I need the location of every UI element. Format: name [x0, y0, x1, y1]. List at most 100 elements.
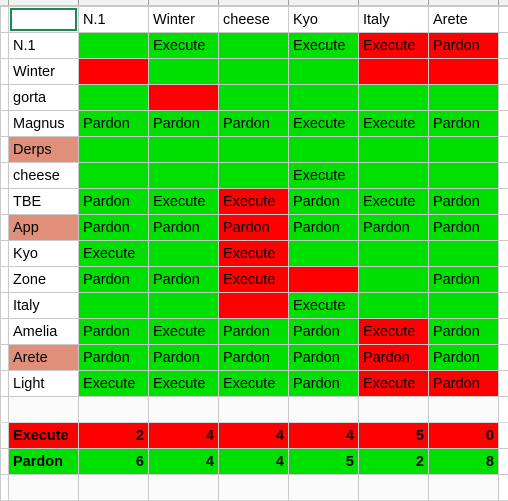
row-label-arete[interactable]: Arete — [9, 345, 79, 371]
row-label-derps[interactable]: Derps — [9, 137, 79, 163]
row-label-magnus[interactable]: Magnus — [9, 111, 79, 137]
vote-cell[interactable]: Pardon — [289, 345, 359, 371]
vote-cell[interactable]: Execute — [359, 33, 429, 59]
vote-cell[interactable] — [149, 241, 219, 267]
vote-cell[interactable] — [79, 59, 149, 85]
vote-cell[interactable] — [79, 163, 149, 189]
row-label-light[interactable]: Light — [9, 371, 79, 397]
vote-cell[interactable]: Pardon — [429, 111, 499, 137]
column-header-arete[interactable]: Arete — [429, 7, 499, 33]
vote-cell[interactable] — [289, 241, 359, 267]
vote-cell[interactable]: Pardon — [149, 111, 219, 137]
vote-cell[interactable]: Pardon — [149, 215, 219, 241]
vote-cell[interactable] — [359, 59, 429, 85]
vote-cell[interactable] — [359, 85, 429, 111]
vote-cell[interactable]: Execute — [289, 163, 359, 189]
vote-cell[interactable]: Pardon — [429, 215, 499, 241]
vote-cell[interactable]: Execute — [219, 371, 289, 397]
column-header-italy[interactable]: Italy — [359, 7, 429, 33]
vote-cell[interactable]: Pardon — [429, 345, 499, 371]
vote-cell[interactable] — [429, 163, 499, 189]
vote-cell[interactable]: Execute — [149, 371, 219, 397]
row-label-winter[interactable]: Winter — [9, 59, 79, 85]
vote-cell[interactable] — [79, 33, 149, 59]
vote-cell[interactable]: Pardon — [79, 319, 149, 345]
vote-cell[interactable] — [429, 85, 499, 111]
vote-cell[interactable] — [149, 85, 219, 111]
vote-cell[interactable]: Execute — [149, 189, 219, 215]
vote-cell[interactable] — [289, 59, 359, 85]
vote-cell[interactable] — [219, 137, 289, 163]
vote-cell[interactable]: Pardon — [79, 189, 149, 215]
vote-cell[interactable]: Pardon — [289, 371, 359, 397]
vote-cell[interactable] — [429, 293, 499, 319]
vote-cell[interactable]: Pardon — [429, 371, 499, 397]
vote-cell[interactable] — [79, 85, 149, 111]
vote-cell[interactable]: Execute — [359, 319, 429, 345]
vote-cell[interactable]: Pardon — [79, 215, 149, 241]
vote-cell[interactable] — [219, 59, 289, 85]
row-label-zone[interactable]: Zone — [9, 267, 79, 293]
column-header-winter[interactable]: Winter — [149, 7, 219, 33]
vote-cell[interactable]: Pardon — [219, 319, 289, 345]
vote-cell[interactable]: Pardon — [219, 215, 289, 241]
vote-cell[interactable] — [149, 163, 219, 189]
vote-cell[interactable] — [219, 85, 289, 111]
vote-cell[interactable]: Execute — [219, 189, 289, 215]
row-label-cheese[interactable]: cheese — [9, 163, 79, 189]
vote-cell[interactable] — [429, 137, 499, 163]
row-label-gorta[interactable]: gorta — [9, 85, 79, 111]
vote-cell[interactable] — [359, 293, 429, 319]
vote-cell[interactable]: Pardon — [429, 33, 499, 59]
vote-cell[interactable] — [219, 163, 289, 189]
vote-cell[interactable] — [79, 293, 149, 319]
column-header-cheese[interactable]: cheese — [219, 7, 289, 33]
row-label-tbe[interactable]: TBE — [9, 189, 79, 215]
selected-corner-cell[interactable] — [9, 7, 79, 33]
vote-cell[interactable]: Execute — [289, 111, 359, 137]
vote-cell[interactable] — [429, 59, 499, 85]
vote-cell[interactable] — [359, 267, 429, 293]
vote-cell[interactable] — [219, 293, 289, 319]
vote-cell[interactable] — [79, 137, 149, 163]
column-header-n-1[interactable]: N.1 — [79, 7, 149, 33]
vote-cell[interactable] — [359, 241, 429, 267]
vote-cell[interactable]: Pardon — [289, 189, 359, 215]
row-label-app[interactable]: App — [9, 215, 79, 241]
vote-cell[interactable]: Execute — [289, 293, 359, 319]
vote-cell[interactable]: Execute — [79, 241, 149, 267]
vote-cell[interactable]: Execute — [359, 371, 429, 397]
vote-cell[interactable]: Pardon — [219, 345, 289, 371]
vote-cell[interactable]: Pardon — [219, 111, 289, 137]
vote-cell[interactable] — [149, 137, 219, 163]
vote-cell[interactable] — [359, 163, 429, 189]
vote-cell[interactable]: Execute — [219, 267, 289, 293]
vote-cell[interactable]: Pardon — [429, 189, 499, 215]
vote-cell[interactable] — [219, 33, 289, 59]
vote-cell[interactable]: Execute — [149, 33, 219, 59]
vote-cell[interactable] — [289, 85, 359, 111]
row-label-kyo[interactable]: Kyo — [9, 241, 79, 267]
vote-cell[interactable]: Pardon — [79, 345, 149, 371]
vote-cell[interactable]: Execute — [79, 371, 149, 397]
vote-cell[interactable]: Execute — [359, 189, 429, 215]
vote-cell[interactable]: Pardon — [79, 267, 149, 293]
vote-cell[interactable]: Pardon — [79, 111, 149, 137]
vote-cell[interactable]: Pardon — [149, 345, 219, 371]
row-label-n-1[interactable]: N.1 — [9, 33, 79, 59]
column-header-kyo[interactable]: Kyo — [289, 7, 359, 33]
vote-cell[interactable] — [149, 59, 219, 85]
vote-cell[interactable]: Execute — [289, 33, 359, 59]
row-label-italy[interactable]: Italy — [9, 293, 79, 319]
vote-cell[interactable]: Pardon — [149, 267, 219, 293]
vote-cell[interactable]: Pardon — [359, 215, 429, 241]
vote-cell[interactable]: Pardon — [289, 215, 359, 241]
vote-cell[interactable]: Execute — [359, 111, 429, 137]
row-label-amelia[interactable]: Amelia — [9, 319, 79, 345]
vote-cell[interactable]: Execute — [219, 241, 289, 267]
vote-cell[interactable] — [289, 137, 359, 163]
vote-cell[interactable] — [289, 267, 359, 293]
vote-cell[interactable]: Pardon — [289, 319, 359, 345]
vote-cell[interactable]: Pardon — [429, 267, 499, 293]
vote-cell[interactable]: Pardon — [429, 319, 499, 345]
